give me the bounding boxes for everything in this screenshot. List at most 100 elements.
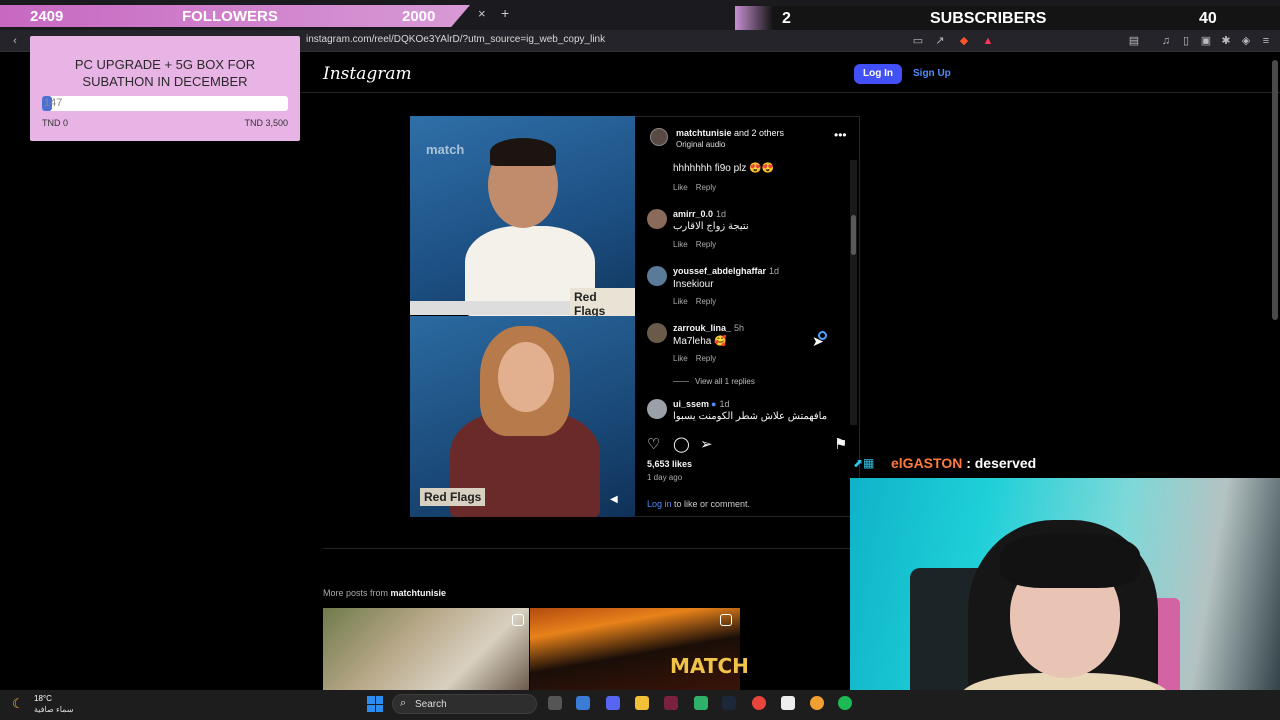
donation-goal-panel: PC UPGRADE + 5G BOX FOR SUBATHON IN DECE… [30,36,300,141]
view-replies-link[interactable]: View all 1 replies [695,377,755,386]
reply-link[interactable]: Reply [696,240,716,249]
task-view-icon[interactable] [548,696,562,710]
comment-text: نتيجة زواج الاقارب [673,221,749,232]
chrome-icon[interactable] [752,696,766,710]
thumbnail-title: MATCH [670,654,749,678]
menu-icon[interactable]: ≡ [1259,34,1273,48]
close-tab-icon[interactable]: × [478,6,486,21]
goal-title-line1: PC UPGRADE + 5G BOX FOR [74,57,256,72]
likes-count[interactable]: 5,653 likes [647,459,692,469]
back-icon[interactable]: ‹ [8,34,22,48]
instagram-logo[interactable]: Instagram [323,64,412,84]
share-send-icon[interactable]: ➢ [700,435,713,453]
cast-icon[interactable]: ▭ [911,34,925,48]
followers-goal: 2000 [402,8,436,25]
reply-link[interactable]: Reply [696,297,716,306]
rewards-icon[interactable]: ▲ [981,34,995,48]
vpn-icon[interactable]: ◈ [1239,34,1253,48]
more-options-icon[interactable]: ••• [834,128,847,142]
music-icon[interactable]: ♫ [1159,34,1173,48]
comment-user[interactable]: zarrouk_lina_ 5h [673,323,744,333]
like-link[interactable]: Like [673,183,688,192]
post-thumbnail[interactable]: MATCH [530,608,749,690]
author-avatar[interactable] [650,128,668,146]
original-audio[interactable]: Original audio [676,140,725,149]
more-posts-author-link[interactable]: matchtunisie [391,588,447,598]
comment-user[interactable]: amirr_0.0 1d [673,209,726,219]
comment-text: hhhhhhh fi9o plz 😍😍 [673,163,775,174]
discord-icon[interactable] [606,696,620,710]
more-posts-heading: More posts from matchtunisie [323,588,447,598]
share-icon[interactable]: ↗ [933,34,947,48]
video-watermark: match [426,142,465,157]
weather-description[interactable]: سماء صافية [34,705,74,714]
comment-user[interactable]: youssef_abdelghaffar 1d [673,266,779,276]
taskbar-search[interactable] [392,694,537,714]
comment-user[interactable]: ui_ssem ● 1d [673,399,729,409]
comment-avatar[interactable] [647,209,667,229]
login-button[interactable]: Log In [854,64,902,84]
video-frame-top: match Red Flags [410,116,635,320]
spotify-icon[interactable] [838,696,852,710]
header-divider [301,92,1280,93]
like-link[interactable]: Like [673,240,688,249]
post-age: 1 day ago [647,473,683,482]
brave-shield-icon[interactable]: ◆ [957,34,971,48]
subscribers-count: 2 [782,10,791,27]
windows-start-icon[interactable] [367,696,383,712]
url-text[interactable]: instagram.com/reel/DQKOe3YAlrD/?utm_sour… [306,34,605,45]
app-icon[interactable] [694,696,708,710]
like-link[interactable]: Like [673,297,688,306]
webcam-feed [850,478,1280,720]
red-flags-tag-bottom: Red Flags [420,488,486,506]
steam-icon[interactable] [722,696,736,710]
extensions-icon[interactable]: ✱ [1219,34,1233,48]
comment-bubble-icon[interactable]: ◯ [673,435,690,453]
chat-badges-icon: ⬈▦ [853,456,875,470]
comment-avatar[interactable] [647,266,667,286]
followers-label: FOLLOWERS [182,8,278,25]
comment-avatar[interactable] [647,323,667,343]
comments-scrollbar[interactable] [850,160,857,425]
video-frame-bottom: Red Flags ◀ [410,316,635,517]
replies-line [673,381,689,382]
signup-link[interactable]: Sign Up [913,68,951,79]
app-icon[interactable] [664,696,678,710]
volume-icon[interactable]: ◀ [610,494,618,505]
section-divider [323,548,850,549]
search-label[interactable]: Search [415,699,447,710]
woman-face [498,342,554,412]
post-author[interactable]: matchtunisie and 2 others [676,128,784,138]
subscribers-goal: 40 [1199,10,1217,27]
page-scrollbar[interactable] [1272,60,1278,320]
chat-message: elGASTON : deserved [891,455,1036,471]
browser-icon[interactable] [810,696,824,710]
panel-icon[interactable]: ▯ [1179,34,1193,48]
comment-actions: Like Reply [673,240,724,249]
reel-video[interactable]: match Red Flags Red Flags ◀ [410,116,635,517]
comments-scroll-thumb[interactable] [851,215,856,255]
wallet-icon[interactable]: ▣ [1199,34,1213,48]
subscribers-label: SUBSCRIBERS [930,10,1047,27]
like-heart-icon[interactable]: ♡ [647,435,660,453]
notepad-icon[interactable] [781,696,795,710]
followers-count: 2409 [30,8,64,25]
post-thumbnail[interactable] [323,608,529,690]
sidebar-icon[interactable]: ▤ [1127,34,1141,48]
reel-icon [720,614,732,626]
file-explorer-icon[interactable] [635,696,649,710]
login-link[interactable]: Log in [647,499,672,509]
comment-avatar[interactable] [647,399,667,419]
weather-moon-icon[interactable]: ☾ [12,696,24,712]
edge-icon[interactable] [576,696,590,710]
like-link[interactable]: Like [673,354,688,363]
comment-text: Ma7leha 🥰 [673,336,727,347]
save-bookmark-icon[interactable]: ⚑ [834,435,847,453]
reply-link[interactable]: Reply [696,354,716,363]
goal-title-line2: SUBATHON IN DECEMBER [82,74,248,89]
donation-min: TND 0 [42,118,69,128]
login-to-comment: Log in to like or comment. [647,499,751,509]
reply-link[interactable]: Reply [696,183,716,192]
new-tab-button[interactable]: + [501,5,509,21]
weather-temperature[interactable]: 18°C [34,694,52,703]
